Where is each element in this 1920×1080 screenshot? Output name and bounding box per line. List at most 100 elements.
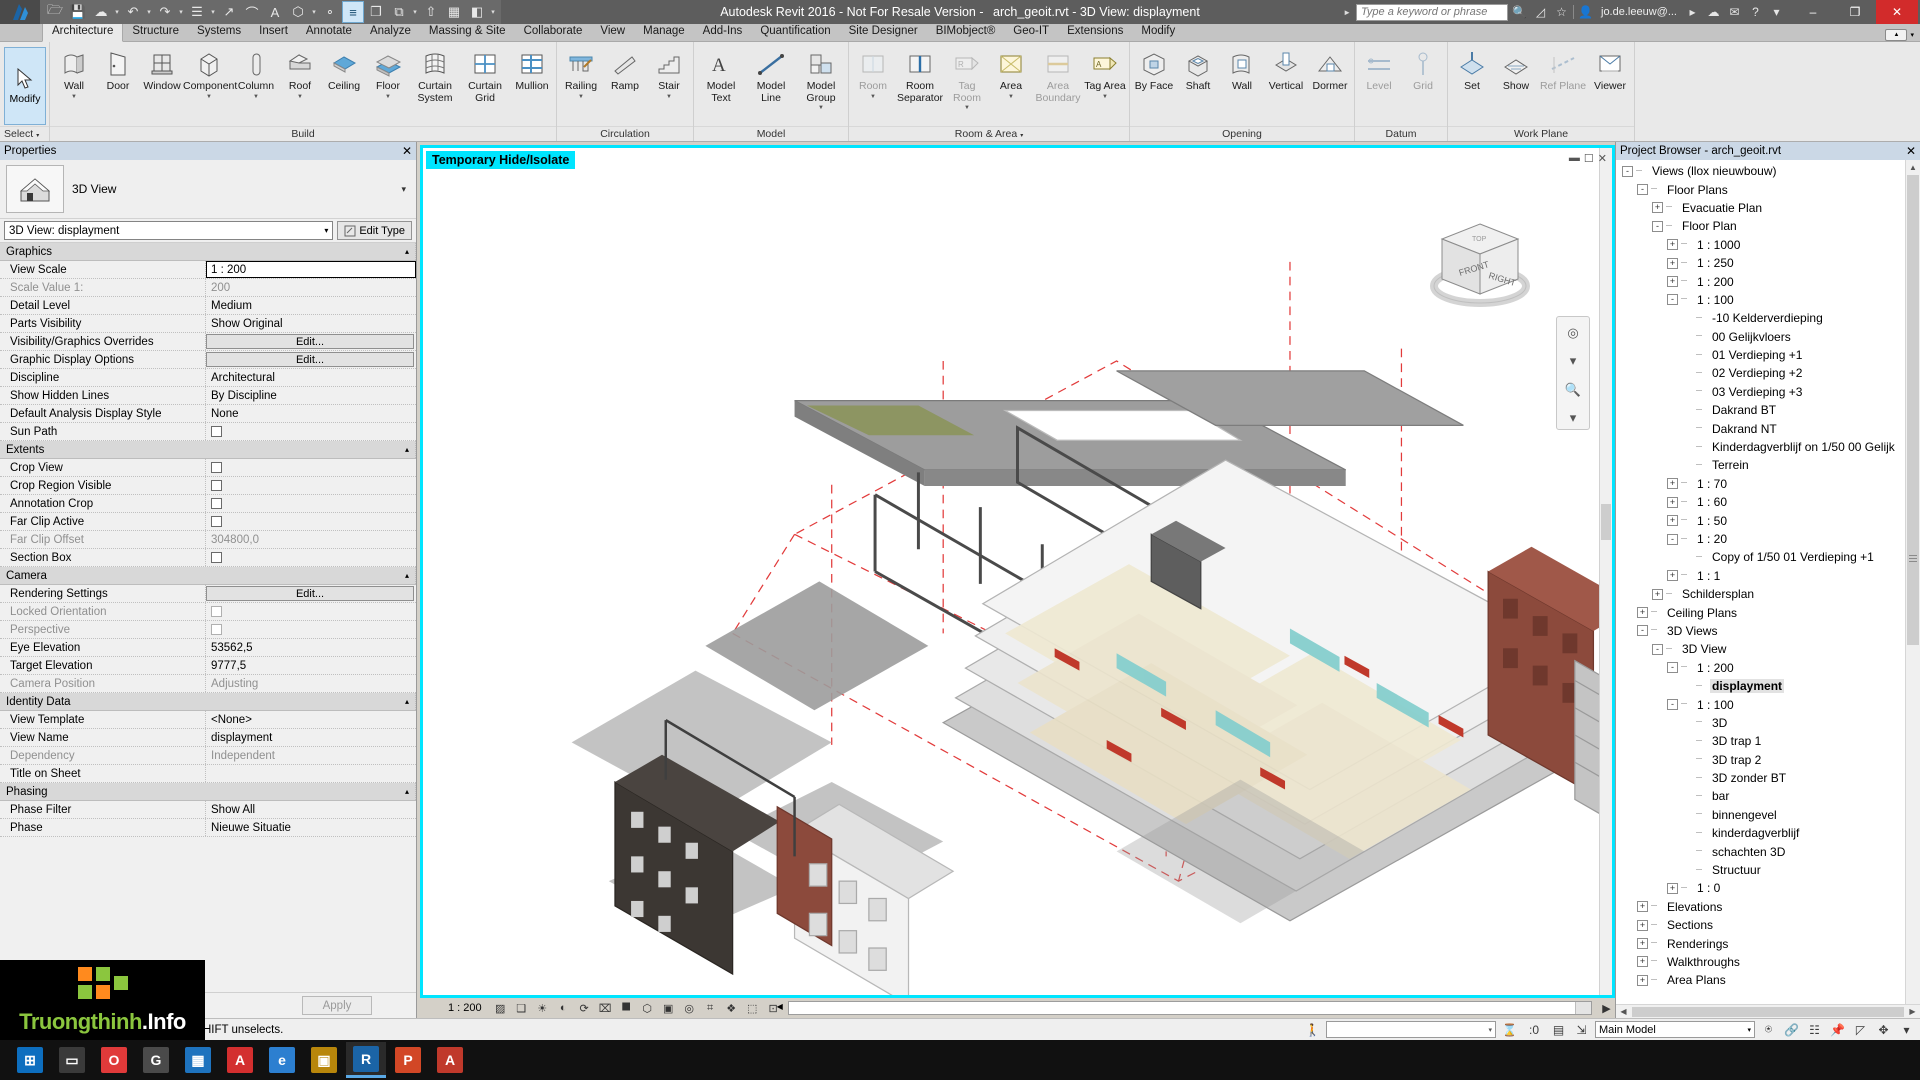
chevron-up-icon[interactable]: ▴ [405, 571, 415, 580]
powerpoint-icon[interactable]: P [388, 1042, 428, 1078]
select-links-icon[interactable]: 🔗 [1782, 1021, 1801, 1039]
ribbon-button-area-boundary[interactable]: Area Boundary [1033, 45, 1083, 104]
chevron-down-icon[interactable]: ▾ [310, 8, 318, 16]
ribbon-button-ceiling[interactable]: Ceiling [322, 45, 366, 93]
ribbon-tab-site-designer[interactable]: Site Designer [840, 23, 927, 41]
collapse-icon[interactable]: - [1637, 184, 1648, 196]
ribbon-button-door[interactable]: Door [96, 45, 140, 93]
chevron-down-icon[interactable]: ▾ [145, 8, 153, 16]
project-browser-node[interactable]: + ┄ Ceiling Plans [1616, 603, 1920, 621]
detail-level-icon[interactable]: ▨ [492, 1000, 509, 1016]
worksets-icon[interactable]: ▤ [1549, 1021, 1568, 1039]
expand-icon[interactable]: + [1637, 956, 1648, 968]
rendering-display-icon[interactable]: ⟳ [576, 1000, 593, 1016]
select-pinned-icon[interactable]: 📌 [1828, 1021, 1847, 1039]
revit-logo-icon[interactable] [0, 0, 40, 24]
collapse-icon[interactable]: - [1667, 662, 1678, 674]
chevron-down-icon[interactable]: ▾ [177, 8, 185, 16]
ribbon-button-model-group[interactable]: Model Group ▼ [796, 45, 846, 111]
property-row[interactable]: Parts Visibility Show Original [0, 315, 416, 333]
property-value[interactable] [206, 513, 416, 530]
project-browser-node[interactable]: - ┄ 1 : 100 [1616, 291, 1920, 309]
property-value[interactable] [206, 621, 416, 638]
expand-icon[interactable]: + [1667, 515, 1678, 527]
ribbon-tab-systems[interactable]: Systems [188, 23, 250, 41]
property-group-header[interactable]: Identity Data ▴ [0, 693, 416, 711]
property-row[interactable]: Dependency Independent [0, 747, 416, 765]
a360-icon[interactable]: ☁ [1704, 3, 1723, 22]
ribbon-collapse-dropdown-icon[interactable]: ▾ [1910, 31, 1914, 39]
scroll-right-icon[interactable]: ▶ [1598, 1000, 1615, 1016]
project-browser-node[interactable]: ┄ 01 Verdieping +1 [1616, 346, 1920, 364]
temporary-view-properties-icon[interactable]: ⌗ [702, 1000, 719, 1016]
chevron-down-icon[interactable]: ▼ [578, 94, 584, 100]
property-value[interactable]: Show Original [206, 315, 416, 332]
explorer-icon[interactable]: ▣ [304, 1042, 344, 1078]
property-value[interactable] [206, 603, 416, 620]
ribbon-button-mullion[interactable]: Mullion [510, 45, 554, 93]
collapse-icon[interactable]: - [1667, 699, 1678, 711]
ribbon-tab-massing-site[interactable]: Massing & Site [420, 23, 515, 41]
grid-icon[interactable]: ▦ [443, 1, 465, 23]
scroll-right-icon[interactable]: ▶ [1905, 1007, 1920, 1016]
design-options-icon[interactable]: 🚶 [1303, 1021, 1322, 1039]
ribbon-button-room[interactable]: Room ▼ [851, 45, 895, 100]
project-browser-node[interactable]: + ┄ 1 : 50 [1616, 511, 1920, 529]
browser-vertical-scrollbar[interactable]: ▲ [1905, 160, 1920, 1004]
chevron-down-icon[interactable]: ▼ [1008, 94, 1014, 100]
property-row[interactable]: Title on Sheet [0, 765, 416, 783]
project-browser-node[interactable]: ┄ Copy of 1/50 01 Verdieping +1 [1616, 548, 1920, 566]
property-row[interactable]: Section Box [0, 549, 416, 567]
expand-icon[interactable]: + [1667, 882, 1678, 894]
subscription-icon[interactable]: ◿ [1531, 3, 1550, 22]
editing-requests-icon[interactable]: ⇲ [1572, 1021, 1591, 1039]
edit-button[interactable]: Edit... [206, 334, 414, 349]
property-value[interactable]: Edit... [206, 585, 416, 602]
property-row[interactable]: Phase Filter Show All [0, 801, 416, 819]
search-icon[interactable]: 🔍 [1510, 3, 1529, 22]
search-input[interactable]: Type a keyword or phrase [1356, 3, 1508, 21]
scrollbar-thumb[interactable] [1601, 503, 1611, 540]
property-value[interactable] [206, 495, 416, 512]
text-icon[interactable]: A [264, 1, 286, 23]
measure-icon[interactable]: ↗ [218, 1, 240, 23]
property-row[interactable]: View Scale 1 : 200 [0, 261, 416, 279]
opera-icon[interactable]: O [94, 1042, 134, 1078]
scrollbar-thumb[interactable] [1907, 175, 1919, 645]
project-browser-node[interactable]: + ┄ 1 : 200 [1616, 272, 1920, 290]
show-analytical-model-icon[interactable]: ❖ [723, 1000, 740, 1016]
chevron-down-icon[interactable]: ▼ [870, 94, 876, 100]
exclude-options-icon[interactable]: ⍟ [1759, 1021, 1778, 1039]
windows-taskbar[interactable]: ⊞ ▭ O G ▦ Ae ▣ R P A [0, 1040, 1920, 1080]
property-value[interactable]: Nieuwe Situatie [206, 819, 416, 836]
select-by-face-icon[interactable]: ◸ [1851, 1021, 1870, 1039]
apply-button[interactable]: Apply [302, 996, 372, 1015]
autodesk-a360-icon[interactable]: A [220, 1042, 260, 1078]
project-browser-node[interactable]: ┄ 00 Gelijkvloers [1616, 328, 1920, 346]
project-browser-node[interactable]: - ┄ 3D View [1616, 640, 1920, 658]
property-value[interactable]: displayment [206, 729, 416, 746]
ribbon-tab-manage[interactable]: Manage [634, 23, 694, 41]
highlight-displacement-sets-icon[interactable]: ⬚ [744, 1000, 761, 1016]
exchange-apps-icon[interactable]: ▸ [1683, 3, 1702, 22]
properties-grid[interactable]: Graphics ▴ View Scale 1 : 200 Scale Value 1:… [0, 242, 416, 992]
property-row[interactable]: Phase Nieuwe Situatie [0, 819, 416, 837]
store-icon[interactable]: ▦ [178, 1042, 218, 1078]
property-value[interactable] [206, 765, 416, 782]
property-row[interactable]: Show Hidden Lines By Discipline [0, 387, 416, 405]
temporary-hide-isolate-icon[interactable]: ▣ [660, 1000, 677, 1016]
expand-icon[interactable]: + [1637, 607, 1648, 619]
edit-type-button[interactable]: Edit Type [337, 221, 412, 240]
save-icon[interactable]: 💾 [67, 1, 89, 23]
expand-icon[interactable]: + [1637, 974, 1648, 986]
project-browser-node[interactable]: ┄ 3D trap 1 [1616, 732, 1920, 750]
scrollbar-thumb[interactable] [1632, 1006, 1904, 1017]
project-browser-node[interactable]: ┄ Kinderdagverblijf on 1/50 00 Gelijk [1616, 438, 1920, 456]
maximize-button[interactable]: ❐ [1834, 0, 1876, 24]
reveal-hidden-elements-icon[interactable]: ◎ [681, 1000, 698, 1016]
chevron-down-icon[interactable]: ▼ [666, 94, 672, 100]
ribbon-button-shaft[interactable]: Shaft [1176, 45, 1220, 93]
ribbon-tab-analyze[interactable]: Analyze [361, 23, 420, 41]
close-hidden-windows-icon[interactable]: ❐ [365, 1, 387, 23]
project-browser-node[interactable]: - ┄ 1 : 100 [1616, 695, 1920, 713]
